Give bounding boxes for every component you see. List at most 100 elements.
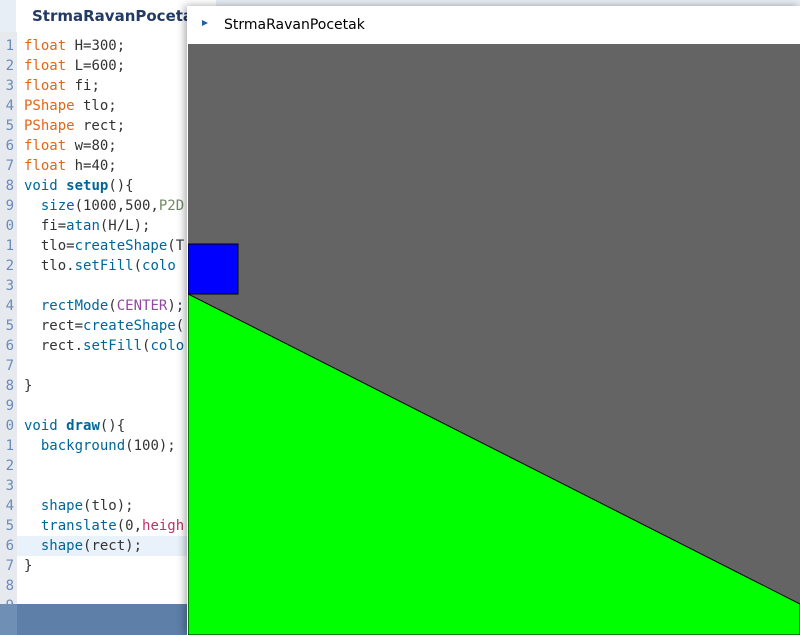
line-number: 6 [5,338,14,354]
line-number: 4 [5,498,14,514]
line-number: 0 [5,418,14,434]
line-number: 5 [5,318,14,334]
code-token: PShape [24,118,75,134]
code-token: float [24,78,67,94]
code-token: (rect); [83,538,143,554]
line-number: 7 [5,158,14,174]
code-token: setup [66,178,109,194]
code-token: setFill [83,338,143,354]
code-token: h=40; [66,158,117,174]
code-token: (T [167,238,185,254]
line-number: 8 [5,578,14,594]
code-text: fi=atan(H/L); [24,216,151,236]
code-token: ); [167,298,185,314]
code-token: ( [108,298,117,314]
code-token: w=80; [66,138,117,154]
code-token: tlo= [24,238,75,254]
blue-box [188,243,239,295]
code-token: size [40,198,75,214]
line-number: 9 [5,198,14,214]
code-token: void [24,178,58,194]
sketch-canvas[interactable] [188,44,800,635]
code-token: translate [40,518,117,534]
code-token: } [24,558,33,574]
code-text: tlo.setFill(colo [24,256,176,276]
code-token: fi= [24,218,67,234]
line-number: 1 [5,438,14,454]
code-token: rect. [24,338,84,354]
code-token: tlo; [74,98,117,114]
code-token: heigh [142,518,185,534]
line-number: 3 [5,78,14,94]
line-number: 9 [5,398,14,414]
code-text: float fi; [24,76,100,96]
scrollbar-thumb[interactable] [0,604,17,635]
code-token: CENTER [116,298,168,314]
code-text: rect.setFill(colo [24,336,184,356]
line-number: 4 [5,298,14,314]
code-token: background [40,438,126,454]
code-token: (0, [116,518,143,534]
code-text: background(100); [24,436,176,456]
sketch-titlebar[interactable]: StrmaRavanPocetak [187,6,800,44]
line-number: 5 [5,518,14,534]
line-number: 6 [5,538,14,554]
line-number: 3 [5,278,14,294]
code-token: H=300; [66,38,126,54]
line-number: 2 [5,258,14,274]
code-token: void [24,418,58,434]
line-number: 2 [5,458,14,474]
code-token: shape [40,538,84,554]
line-number: 7 [5,558,14,574]
tab-strmaravanpocetak[interactable]: StrmaRavanPocetak [16,0,216,32]
code-text: PShape tlo; [24,96,117,116]
line-number: 0 [5,218,14,234]
code-token: (){ [99,418,126,434]
code-token: L=600; [66,58,126,74]
code-text: shape(tlo); [24,496,134,516]
code-text: } [24,556,32,576]
code-text: } [24,376,32,396]
line-number: 7 [5,358,14,374]
app-icon [202,20,208,26]
line-number: 8 [5,178,14,194]
code-token: rect= [24,318,84,334]
code-token: float [24,158,67,174]
code-token: createShape [74,238,168,254]
line-number: 5 [5,118,14,134]
code-text: size(1000,500,P2D [24,196,184,216]
code-token: float [24,138,67,154]
code-text: float w=80; [24,136,117,156]
code-text: shape(rect); [24,536,142,556]
line-number: 4 [5,98,14,114]
code-text: translate(0,heigh [24,516,184,536]
code-text: float h=40; [24,156,117,176]
code-token: setFill [74,258,134,274]
code-token: ( [175,318,185,334]
code-text: rect=createShape( [24,316,184,336]
sketch-output-window[interactable]: StrmaRavanPocetak [187,6,800,635]
code-text: tlo=createShape(T [24,236,184,256]
code-token: P2D [158,198,185,214]
code-token: (){ [108,178,134,194]
sketch-drawing [188,243,800,635]
code-token: (H/L); [99,218,151,234]
line-number: 3 [5,478,14,494]
code-text: void draw(){ [24,416,125,436]
code-token: (tlo); [83,498,134,514]
line-number: 6 [5,138,14,154]
sketch-window-title: StrmaRavanPocetak [224,17,365,33]
code-token: shape [40,498,84,514]
code-token: atan [66,218,100,234]
code-token: (100); [125,438,176,454]
code-token: rectMode [40,298,109,314]
code-token: tlo. [24,258,75,274]
code-token: float [24,58,67,74]
code-token: colo [142,258,176,274]
